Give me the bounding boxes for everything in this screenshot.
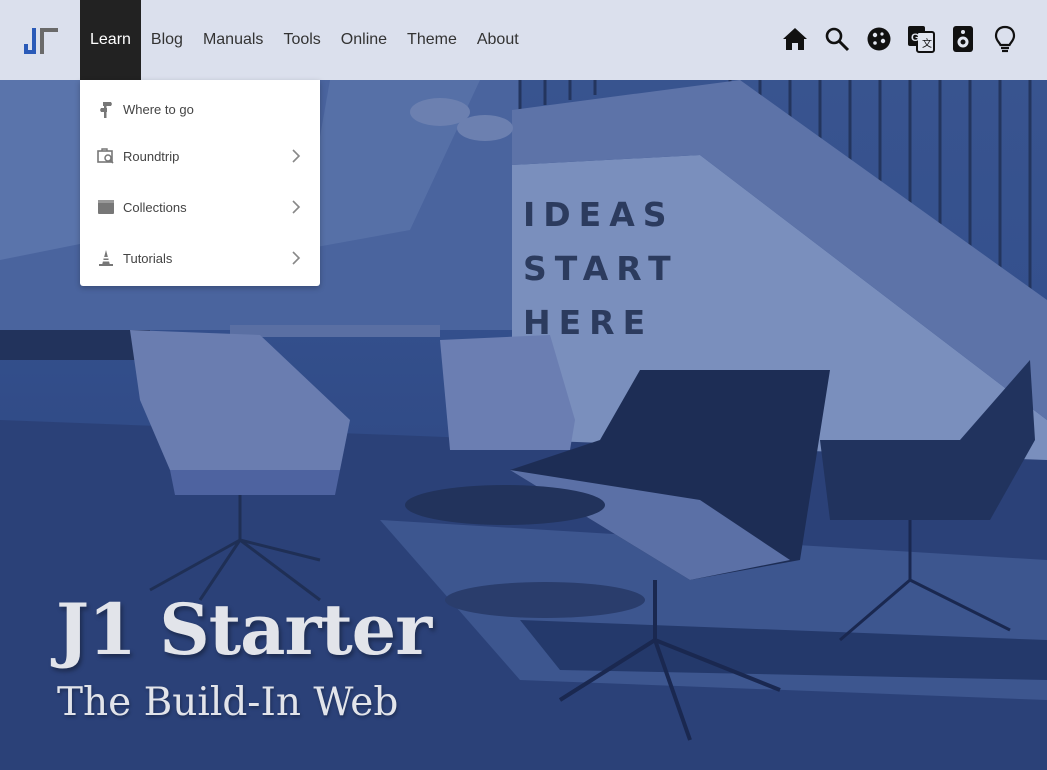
cookie-icon[interactable] bbox=[865, 24, 893, 54]
hero-title: J1 Starter bbox=[56, 588, 432, 671]
menu-item-tutorials[interactable]: Tutorials bbox=[80, 238, 320, 278]
chevron-right-icon bbox=[292, 149, 301, 163]
j1-logo[interactable] bbox=[20, 22, 60, 58]
svg-text:G: G bbox=[911, 32, 920, 44]
svg-text:文: 文 bbox=[922, 37, 932, 50]
chevron-right-icon bbox=[292, 251, 301, 265]
lightbulb-icon[interactable] bbox=[991, 24, 1019, 54]
nav-item-tools[interactable]: Tools bbox=[273, 0, 330, 80]
hero-subtitle: The Build-In Web bbox=[57, 680, 399, 725]
wall-text: IDEAS START HERE bbox=[523, 195, 679, 342]
quicklinks: G文 bbox=[781, 24, 1019, 54]
signpost-icon bbox=[97, 100, 115, 118]
map-search-icon bbox=[97, 147, 115, 165]
speaker-icon[interactable] bbox=[949, 24, 977, 54]
menu-item-where-to-go[interactable]: Where to go bbox=[80, 89, 320, 129]
nav-item-theme[interactable]: Theme bbox=[397, 0, 467, 80]
tutorial-icon bbox=[97, 249, 115, 267]
navbar: Learn Blog Manuals Tools Online Theme Ab… bbox=[0, 0, 1047, 80]
collection-icon bbox=[97, 198, 115, 216]
learn-dropdown-menu: Where to go Roundtrip Collections Tutori… bbox=[80, 80, 320, 286]
menu-item-label: Collections bbox=[123, 199, 187, 215]
translate-icon[interactable]: G文 bbox=[907, 24, 935, 54]
menu-item-label: Where to go bbox=[123, 101, 194, 117]
menu-item-label: Tutorials bbox=[123, 250, 173, 266]
nav-item-learn[interactable]: Learn bbox=[80, 0, 141, 80]
search-icon[interactable] bbox=[823, 24, 851, 54]
nav-item-blog[interactable]: Blog bbox=[141, 0, 193, 80]
nav-item-manuals[interactable]: Manuals bbox=[193, 0, 273, 80]
nav-item-online[interactable]: Online bbox=[331, 0, 397, 80]
nav-item-about[interactable]: About bbox=[467, 0, 529, 80]
menu-item-collections[interactable]: Collections bbox=[80, 187, 320, 227]
main-nav: Learn Blog Manuals Tools Online Theme Ab… bbox=[80, 0, 529, 80]
chevron-right-icon bbox=[292, 200, 301, 214]
menu-item-label: Roundtrip bbox=[123, 148, 180, 164]
home-icon[interactable] bbox=[781, 24, 809, 54]
menu-item-roundtrip[interactable]: Roundtrip bbox=[80, 136, 320, 176]
